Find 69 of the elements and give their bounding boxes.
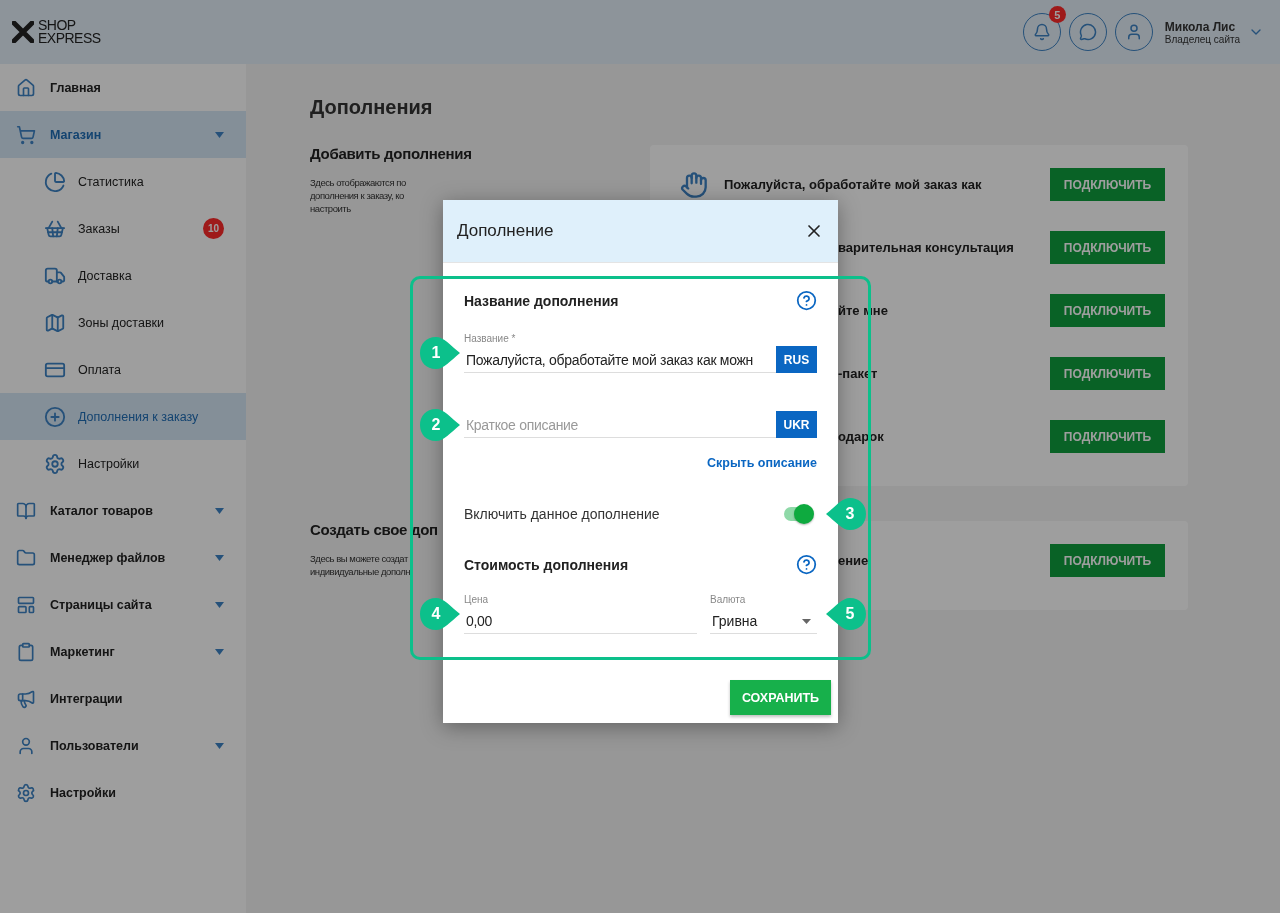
sidebar-subitem[interactable]: Заказы 10 [0,205,246,252]
sidebar-icon [16,641,36,662]
sidebar-item[interactable]: Страницы сайта [0,581,246,628]
caret-icon [215,601,224,608]
caret-icon [215,507,224,514]
sidebar-icon [16,782,36,803]
section-description: Здесь отображаются по дополнения к заказу, ко настроить [310,176,406,215]
caret-icon [215,742,224,749]
page-title: Дополнения [310,96,434,119]
language-button[interactable]: RUS [776,346,817,373]
user-role: Владелец сайта [1164,33,1240,45]
sidebar-icon [16,500,36,521]
user-name: Микола Лис [1164,19,1237,34]
sidebar-subitem[interactable]: Статистика [0,158,246,205]
sidebar-item[interactable]: Каталог товаров [0,487,246,534]
callout-badge: 3 [826,498,866,530]
sidebar-subitem[interactable]: Доставка [0,252,246,299]
callout-badge: 5 [826,598,866,630]
section-description: Здесь вы можете создат индивидуальные дополн [310,552,411,578]
callout-badge: 4 [420,598,460,630]
caret-icon [802,618,811,624]
sidebar-item[interactable]: Менеджер файлов [0,534,246,581]
sidebar-icon [16,594,36,615]
logo-text: SHOP EXPRESS [38,19,101,45]
sidebar-icon [16,124,36,145]
count-badge: 10 [203,218,224,239]
caret-icon [215,554,224,561]
logo-icon [12,21,34,43]
bell-icon [1032,23,1051,41]
hide-description-link[interactable]: Скрыть описание [707,456,817,470]
enable-toggle[interactable] [782,504,814,524]
sidebar-icon [44,452,66,475]
field-label: Цена [464,594,490,605]
sidebar-item[interactable]: Интеграции [0,675,246,722]
addon-name: варительная консультация [838,240,1014,255]
sidebar-item[interactable]: Настройки [0,769,246,816]
help-icon[interactable] [796,290,817,311]
section-title: Название дополнения [464,292,619,309]
caret-icon [215,648,224,655]
hand-icon [680,170,708,199]
sidebar-item[interactable]: Главная [0,64,246,111]
toggle-knob[interactable] [794,504,814,524]
currency-select[interactable]: Гривна [710,609,817,634]
field-label: Валюта [710,594,747,605]
sidebar-icon [16,547,36,568]
field-label: Название * [464,333,517,344]
callout-badge: 1 [420,337,460,369]
sidebar-subitem[interactable]: Зоны доставки [0,299,246,346]
chat-icon [1078,23,1097,41]
sidebar-icon [44,405,66,428]
sidebar-icon [16,735,36,756]
sidebar-icon [16,77,36,98]
sidebar-icon [16,688,36,709]
addon-name: ение [838,553,869,568]
sidebar-icon [44,311,66,334]
addon-name: Пожалуйста, обработайте мой заказ как [724,177,983,192]
sidebar-subitem[interactable]: Оплата [0,346,246,393]
callout-badge: 2 [420,408,460,441]
notification-count: 5 [1048,6,1066,23]
section-title: Добавить дополнения [310,145,472,162]
section-title: Стоимость дополнения [464,556,629,573]
help-icon[interactable] [796,554,817,575]
dialog-title: Дополнение [457,221,554,241]
sidebar-subitem[interactable]: Настройки [0,440,246,487]
sidebar-item[interactable]: Маркетинг [0,628,246,675]
sidebar-item[interactable]: Пользователи [0,722,246,769]
sidebar-icon [44,170,66,193]
toggle-label: Включить данное дополнение [464,506,660,522]
language-button[interactable]: UKR [776,411,817,438]
